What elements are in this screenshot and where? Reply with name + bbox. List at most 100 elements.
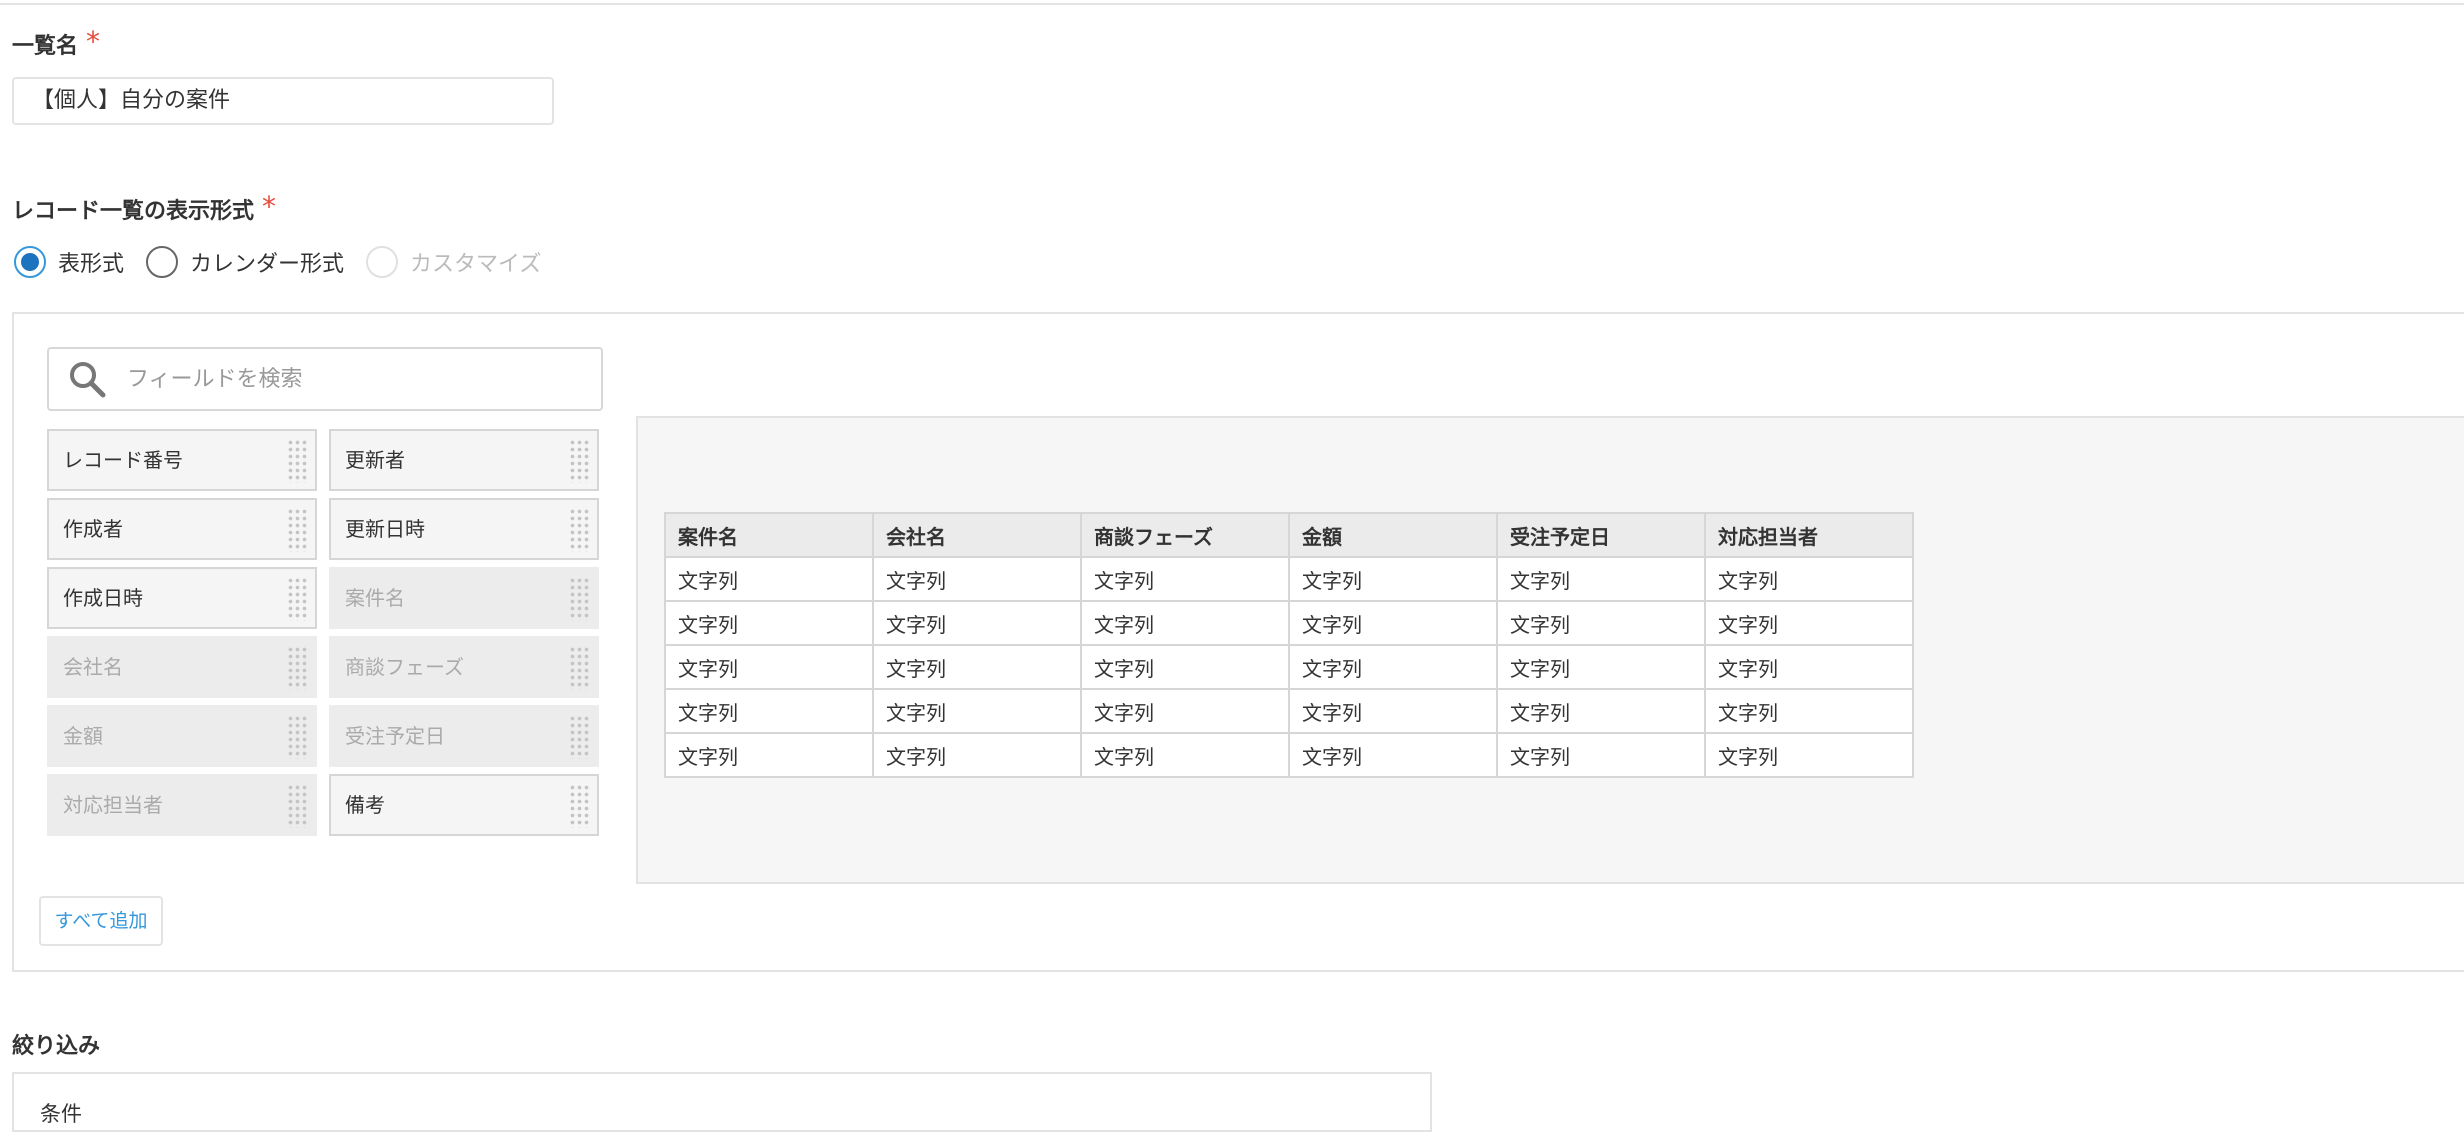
table-cell: 文字列 <box>1704 556 1914 602</box>
table-cell: 文字列 <box>664 688 874 734</box>
list-name-input[interactable]: 【個人】自分の案件 <box>12 77 554 125</box>
column-header[interactable]: 金額 <box>1288 512 1498 558</box>
drag-handle-icon <box>287 646 307 690</box>
filter-condition-box: 条件 <box>12 1072 1432 1132</box>
list-name-label-text: 一覧名 <box>12 34 79 59</box>
field-chip-notes[interactable]: 備考 <box>329 774 599 836</box>
drag-handle-icon <box>569 577 589 621</box>
table-cell: 文字列 <box>1080 644 1290 690</box>
field-chip-person-in-charge: 対応担当者 <box>47 774 317 836</box>
table-row: 文字列 文字列 文字列 文字列 文字列 文字列 <box>664 644 1914 690</box>
search-icon <box>70 362 106 398</box>
table-row: 文字列 文字列 文字列 文字列 文字列 文字列 <box>664 600 1914 646</box>
table-header-row: 案件名 会社名 商談フェーズ 金額 受注予定日 対応担当者 <box>664 512 1914 558</box>
field-search-input[interactable] <box>125 365 549 393</box>
table-cell: 文字列 <box>1288 732 1498 778</box>
required-mark: * <box>86 25 101 58</box>
field-config-panel: レコード番号 更新者 作成者 更新日時 作成日時 案件名 会社名 商談フェーズ … <box>12 312 2464 972</box>
radio-calendar-format[interactable]: カレンダー形式 <box>146 246 344 278</box>
table-cell: 文字列 <box>1288 600 1498 646</box>
column-header[interactable]: 会社名 <box>872 512 1082 558</box>
field-chip-label: 更新日時 <box>345 517 425 541</box>
field-chip-label: 備考 <box>345 793 385 817</box>
display-format-label: レコード一覧の表示形式 * <box>12 190 277 225</box>
radio-label: 表形式 <box>58 252 125 277</box>
field-chip-label: 会社名 <box>63 655 123 679</box>
preview-table: 案件名 会社名 商談フェーズ 金額 受注予定日 対応担当者 文字列 文字列 文字… <box>664 512 1914 778</box>
required-mark: * <box>262 190 277 223</box>
field-chip-label: 案件名 <box>345 586 405 610</box>
column-header[interactable]: 案件名 <box>664 512 874 558</box>
field-chip-label: 作成者 <box>63 517 123 541</box>
table-cell: 文字列 <box>1496 732 1706 778</box>
field-chip-creator[interactable]: 作成者 <box>47 498 317 560</box>
radio-disabled-icon <box>366 246 399 278</box>
drag-handle-icon <box>569 715 589 759</box>
filter-section-label: 絞り込み <box>12 1034 101 1059</box>
top-divider <box>0 0 2464 5</box>
list-name-label: 一覧名 * <box>12 25 101 60</box>
field-chip-created-at[interactable]: 作成日時 <box>47 567 317 629</box>
table-row: 文字列 文字列 文字列 文字列 文字列 文字列 <box>664 556 1914 602</box>
table-cell: 文字列 <box>664 732 874 778</box>
table-cell: 文字列 <box>1496 644 1706 690</box>
field-chip-updated-at[interactable]: 更新日時 <box>329 498 599 560</box>
radio-unchecked-icon[interactable] <box>146 246 179 278</box>
table-cell: 文字列 <box>664 644 874 690</box>
table-cell: 文字列 <box>1288 644 1498 690</box>
drag-handle-icon[interactable] <box>569 439 589 483</box>
radio-checked-icon[interactable] <box>14 246 46 278</box>
table-row: 文字列 文字列 文字列 文字列 文字列 文字列 <box>664 732 1914 778</box>
radio-label: カレンダー形式 <box>190 252 345 277</box>
table-cell: 文字列 <box>1704 644 1914 690</box>
table-cell: 文字列 <box>1288 688 1498 734</box>
radio-label: カスタマイズ <box>410 252 542 277</box>
table-cell: 文字列 <box>1496 556 1706 602</box>
field-chip-label: 作成日時 <box>63 586 143 610</box>
field-chip-updater[interactable]: 更新者 <box>329 429 599 491</box>
field-search-box[interactable] <box>47 347 603 411</box>
drag-handle-icon[interactable] <box>287 577 307 621</box>
column-header[interactable]: 受注予定日 <box>1496 512 1706 558</box>
table-cell: 文字列 <box>1080 688 1290 734</box>
table-cell: 文字列 <box>872 600 1082 646</box>
display-format-radio-group: 表形式 カレンダー形式 カスタマイズ <box>14 244 563 280</box>
table-cell: 文字列 <box>872 688 1082 734</box>
add-all-button[interactable]: すべて追加 <box>39 896 163 946</box>
field-chip-deal-phase: 商談フェーズ <box>329 636 599 698</box>
table-cell: 文字列 <box>1496 600 1706 646</box>
drag-handle-icon[interactable] <box>287 439 307 483</box>
drag-handle-icon <box>569 646 589 690</box>
field-chip-company-name: 会社名 <box>47 636 317 698</box>
column-header[interactable]: 商談フェーズ <box>1080 512 1290 558</box>
table-cell: 文字列 <box>664 556 874 602</box>
table-cell: 文字列 <box>1080 732 1290 778</box>
field-chip-label: レコード番号 <box>63 448 183 472</box>
table-cell: 文字列 <box>1080 556 1290 602</box>
field-chip-label: 金額 <box>63 724 103 748</box>
drag-handle-icon[interactable] <box>569 784 589 828</box>
table-cell: 文字列 <box>872 556 1082 602</box>
table-cell: 文字列 <box>1704 732 1914 778</box>
condition-label: 条件 <box>40 1102 82 1126</box>
table-cell: 文字列 <box>872 644 1082 690</box>
table-cell: 文字列 <box>1704 600 1914 646</box>
field-chip-label: 更新者 <box>345 448 405 472</box>
radio-custom-format: カスタマイズ <box>366 246 541 278</box>
list-preview-area: 案件名 会社名 商談フェーズ 金額 受注予定日 対応担当者 文字列 文字列 文字… <box>636 416 2464 884</box>
drag-handle-icon[interactable] <box>287 508 307 552</box>
field-chip-expected-order-date: 受注予定日 <box>329 705 599 767</box>
table-cell: 文字列 <box>872 732 1082 778</box>
display-format-label-text: レコード一覧の表示形式 <box>12 199 255 224</box>
radio-table-format[interactable]: 表形式 <box>14 246 124 278</box>
table-row: 文字列 文字列 文字列 文字列 文字列 文字列 <box>664 688 1914 734</box>
table-cell: 文字列 <box>1704 688 1914 734</box>
field-chip-label: 商談フェーズ <box>345 655 464 679</box>
column-header[interactable]: 対応担当者 <box>1704 512 1914 558</box>
table-cell: 文字列 <box>664 600 874 646</box>
field-chip-record-number[interactable]: レコード番号 <box>47 429 317 491</box>
drag-handle-icon <box>287 715 307 759</box>
field-chip-amount: 金額 <box>47 705 317 767</box>
drag-handle-icon[interactable] <box>569 508 589 552</box>
table-cell: 文字列 <box>1288 556 1498 602</box>
